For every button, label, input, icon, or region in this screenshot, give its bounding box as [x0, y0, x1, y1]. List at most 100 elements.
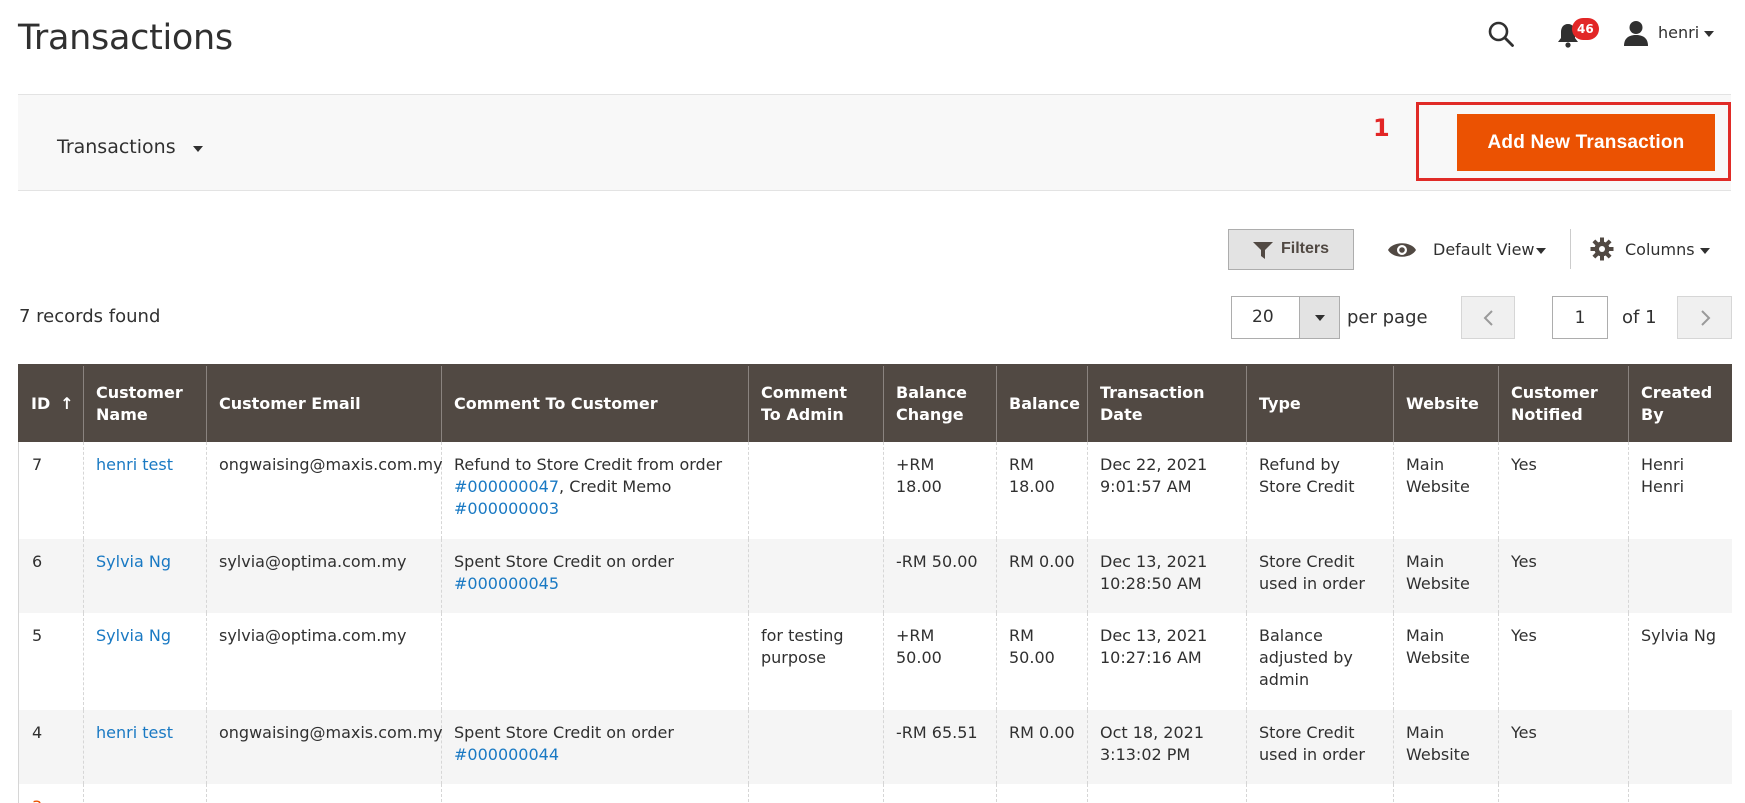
column-header-balance[interactable]: Balance — [996, 364, 1088, 442]
chevron-left-icon — [1483, 310, 1493, 326]
credit-memo-link[interactable]: #000000003 — [454, 499, 559, 518]
cell-created-by: Henri Henri — [1628, 442, 1732, 539]
column-header-balance-change[interactable]: Balance Change — [883, 364, 997, 442]
notifications-count-badge[interactable]: 46 — [1572, 18, 1599, 40]
cell-balance-change: +RM 50.00 — [883, 613, 997, 710]
cell-type: Refund by Store Credit — [1246, 442, 1394, 539]
column-header-customer-notified[interactable]: Customer Notified — [1498, 364, 1629, 442]
user-menu-name[interactable]: henri — [1658, 23, 1699, 42]
cell-balance-change — [883, 784, 997, 803]
page-title: Transactions — [18, 18, 233, 58]
sort-ascending-icon: ↑ — [60, 394, 74, 413]
toolbar-divider — [1570, 229, 1571, 269]
cell-type: Balance adjusted by admin — [1246, 613, 1394, 710]
cell-comment-to-customer — [441, 784, 749, 803]
store-switcher-label[interactable]: Transactions — [57, 136, 176, 158]
order-link[interactable]: #000000045 — [454, 574, 559, 593]
transactions-grid: ID ↑ Customer Name Customer Email Comment… — [18, 364, 1732, 803]
cell-transaction-date: Dec 22, 2021 9:01:57 AM — [1087, 442, 1247, 539]
cell-comment-to-customer — [441, 613, 749, 710]
column-header-transaction-date[interactable]: Transaction Date — [1087, 364, 1247, 442]
current-page-input[interactable] — [1552, 296, 1608, 339]
eye-icon[interactable] — [1387, 240, 1417, 260]
cell-customer-notified: Yes — [1498, 539, 1629, 613]
cell-customer-notified: Yes — [1498, 442, 1629, 539]
customer-name-link[interactable]: henri test — [96, 723, 173, 742]
customer-name-link[interactable]: henri test — [96, 455, 173, 474]
columns-control-label[interactable]: Columns — [1625, 240, 1695, 259]
cell-type: Store Credit used in order — [1246, 710, 1394, 784]
cell-customer-email: ongwaising@maxis.com.my — [206, 442, 443, 539]
page-actions-bar: Transactions 1 Add New Transaction — [18, 94, 1731, 191]
chevron-down-icon — [1315, 315, 1325, 321]
filter-funnel-icon — [1253, 242, 1273, 259]
cell-balance-change: +RM 18.00 — [883, 442, 997, 539]
column-header-created-by[interactable]: Created By — [1628, 364, 1732, 442]
column-header-customer-name[interactable]: Customer Name — [83, 364, 207, 442]
column-header-customer-email[interactable]: Customer Email — [206, 364, 442, 442]
cell-transaction-date: Dec 13, 2021 10:27:16 AM — [1087, 613, 1247, 710]
previous-page-button[interactable] — [1461, 296, 1515, 339]
cell-transaction-date: Dec 13, 2021 10:28:50 AM — [1087, 539, 1247, 613]
table-row[interactable]: 4 henri test ongwaising@maxis.com.my Spe… — [18, 710, 1732, 784]
cell-comment-to-customer: Spent Store Credit on order #000000045 — [441, 539, 749, 613]
cell-id: 7 — [18, 442, 84, 539]
chevron-down-icon[interactable] — [193, 146, 203, 152]
gear-icon[interactable] — [1590, 237, 1614, 261]
cell-transaction-date — [1087, 784, 1247, 803]
cell-website: Main Website — [1393, 710, 1499, 784]
add-new-transaction-button[interactable]: Add New Transaction — [1457, 114, 1715, 171]
customer-name-link[interactable]: Sylvia Ng — [96, 552, 171, 571]
cell-website — [1393, 784, 1499, 803]
customer-name-link[interactable]: Sylvia Ng — [96, 626, 171, 645]
annotation-step-number: 1 — [1373, 114, 1390, 142]
cell-created-by: Sylvia Ng — [1628, 613, 1732, 710]
cell-customer-email: sylvia@optima.com.my — [206, 539, 442, 613]
table-row[interactable]: 5 Sylvia Ng sylvia@optima.com.my for tes… — [18, 613, 1732, 710]
chevron-down-icon[interactable] — [1536, 248, 1546, 254]
cell-balance — [996, 784, 1088, 803]
cell-customer-notified — [1498, 784, 1629, 803]
cell-comment-to-admin — [748, 784, 884, 803]
search-icon[interactable] — [1487, 20, 1515, 48]
cell-customer-email — [206, 784, 442, 803]
table-row[interactable]: 3 — [18, 784, 1732, 803]
order-link[interactable]: #000000044 — [454, 745, 559, 764]
cell-balance: RM 50.00 — [996, 613, 1088, 710]
cell-comment-to-admin — [748, 442, 884, 539]
table-row[interactable]: 7 henri test ongwaising@maxis.com.my Ref… — [18, 442, 1732, 539]
chevron-down-icon[interactable] — [1700, 248, 1710, 254]
column-header-comment-to-admin[interactable]: Comment To Admin — [748, 364, 884, 442]
cell-id: 6 — [18, 539, 84, 613]
cell-balance-change: -RM 50.00 — [883, 539, 997, 613]
cell-website: Main Website — [1393, 613, 1499, 710]
table-row[interactable]: 6 Sylvia Ng sylvia@optima.com.my Spent S… — [18, 539, 1732, 613]
cell-customer-name — [83, 784, 207, 803]
user-icon[interactable] — [1622, 19, 1650, 47]
cell-customer-name: henri test — [83, 710, 207, 784]
cell-comment-to-admin: for testing purpose — [748, 613, 884, 710]
order-link[interactable]: #000000047 — [454, 477, 559, 496]
records-found-count: 7 records found — [19, 306, 161, 327]
per-page-label: per page — [1347, 307, 1428, 328]
cell-customer-name: henri test — [83, 442, 207, 539]
column-header-website[interactable]: Website — [1393, 364, 1499, 442]
total-pages-label: of 1 — [1622, 307, 1657, 328]
cell-website: Main Website — [1393, 442, 1499, 539]
cell-id: 3 — [18, 784, 84, 803]
cell-type: Store Credit used in order — [1246, 539, 1394, 613]
view-switcher-label[interactable]: Default View — [1433, 240, 1535, 259]
cell-created-by — [1628, 710, 1732, 784]
per-page-dropdown-button[interactable] — [1299, 297, 1339, 338]
cell-balance: RM 0.00 — [996, 539, 1088, 613]
column-header-id[interactable]: ID ↑ — [18, 364, 84, 442]
per-page-select[interactable]: 20 — [1231, 296, 1340, 339]
cell-balance-change: -RM 65.51 — [883, 710, 997, 784]
column-header-comment-to-customer[interactable]: Comment To Customer — [441, 364, 749, 442]
next-page-button[interactable] — [1677, 296, 1732, 339]
user-menu-caret-icon[interactable] — [1704, 31, 1714, 37]
per-page-value: 20 — [1252, 307, 1274, 327]
column-header-type[interactable]: Type — [1246, 364, 1394, 442]
cell-customer-name: Sylvia Ng — [83, 613, 207, 710]
filters-button[interactable]: Filters — [1228, 229, 1354, 270]
